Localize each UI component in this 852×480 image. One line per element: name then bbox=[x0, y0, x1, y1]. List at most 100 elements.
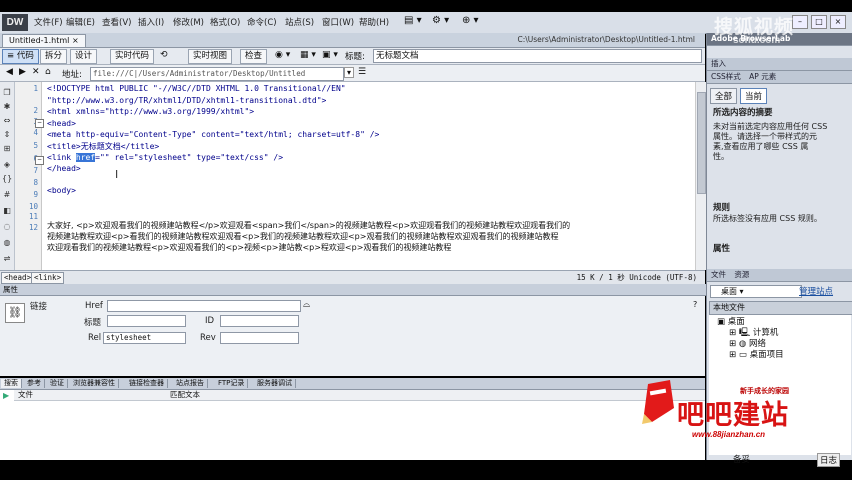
live-code-button[interactable]: 实时代码 bbox=[110, 49, 155, 64]
visual-aids-icon[interactable]: ▣ ▾ bbox=[322, 50, 338, 60]
menu-insert[interactable]: 插入(I) bbox=[138, 16, 164, 28]
tab-search[interactable]: 搜索 bbox=[1, 379, 22, 388]
open-documents-icon[interactable]: ❐ bbox=[2, 88, 12, 98]
scrollbar-thumb[interactable] bbox=[697, 92, 706, 194]
document-tab[interactable]: Untitled-1.html × bbox=[2, 34, 86, 47]
line-number: 5 bbox=[33, 141, 38, 150]
menu-file[interactable]: 文件(F) bbox=[34, 16, 63, 28]
local-files-label: 本地文件 bbox=[713, 303, 745, 312]
code-line: </head> bbox=[47, 164, 81, 173]
menu-site[interactable]: 站点(S) bbox=[285, 16, 314, 28]
layout-icon[interactable]: ▤ ▾ bbox=[404, 15, 422, 26]
href-input[interactable] bbox=[107, 300, 301, 312]
title-input[interactable]: 无标题文档 bbox=[373, 49, 702, 63]
rel-input[interactable]: stylesheet bbox=[103, 332, 186, 344]
properties-header[interactable]: 属性 bbox=[0, 284, 708, 296]
menu-edit[interactable]: 编辑(E) bbox=[66, 16, 95, 28]
document-tab-label: Untitled-1.html bbox=[9, 36, 70, 45]
link-icon: ⛓ bbox=[5, 303, 25, 323]
wrap-tag-icon[interactable]: ⇌ bbox=[2, 254, 12, 264]
fold-toggle-icon[interactable]: − bbox=[35, 156, 44, 165]
tab-assets[interactable]: 资源 bbox=[734, 270, 749, 279]
forward-icon[interactable]: ▶ bbox=[19, 67, 26, 77]
tag-selector-link[interactable]: <link> bbox=[31, 272, 65, 284]
code-line: <html xmlns="http://www.w3.org/1999/xhtm… bbox=[47, 107, 255, 116]
play-icon[interactable]: ▶ bbox=[3, 391, 9, 400]
live-view-button[interactable]: 实时视图 bbox=[188, 49, 233, 64]
site-icon[interactable]: ⊕ ▾ bbox=[462, 15, 479, 26]
css-mode-current[interactable]: 当前 bbox=[740, 88, 768, 104]
expand-all-icon[interactable]: ⊞ bbox=[2, 144, 12, 154]
link-tag-suffix: ="" rel="stylesheet" type="text/css" /> bbox=[95, 153, 284, 162]
menu-list-icon[interactable]: ☰ bbox=[358, 67, 366, 77]
tab-server-debug[interactable]: 服务器调试 bbox=[254, 379, 296, 388]
address-input[interactable]: file:///C|/Users/Administrator/Desktop/U… bbox=[90, 67, 344, 81]
close-icon[interactable]: × bbox=[830, 15, 846, 29]
body-text-line: 视频建站教程欢迎<p>看我们的视频建站教程欢迎观看<p>我们的视频建站教程欢迎<… bbox=[47, 232, 559, 241]
body-text-line: 大家好, <p>欢迎观看我们的视频建站教程</p>欢迎观看<span>我们</s… bbox=[47, 221, 571, 230]
options-icon[interactable]: ▦ ▾ bbox=[300, 50, 316, 60]
text-cursor-icon: I bbox=[115, 168, 119, 181]
help-icon[interactable]: ? bbox=[693, 300, 697, 309]
code-editor[interactable]: ❐ ✱ ⇔ ⇕ ⊞ ◈ {} # ◧ ◌ ◍ ⇌ 1 2 3 4 5 6 7 8… bbox=[0, 82, 706, 270]
balance-braces-icon[interactable]: {} bbox=[2, 174, 12, 184]
tab-files[interactable]: 文件 bbox=[711, 270, 726, 279]
menu-help[interactable]: 帮助(H) bbox=[359, 16, 389, 28]
design-view-button[interactable]: 设计 bbox=[70, 49, 98, 64]
id-input[interactable] bbox=[220, 315, 299, 327]
select-parent-tag-icon[interactable]: ◈ bbox=[2, 160, 12, 170]
props-title: 属性 bbox=[713, 244, 731, 254]
highlight-invalid-icon[interactable]: ◧ bbox=[2, 206, 12, 216]
title-field-input[interactable] bbox=[107, 315, 186, 327]
log-button[interactable]: 日志 bbox=[817, 453, 841, 467]
browse-folder-icon[interactable]: ⌓ bbox=[303, 300, 310, 310]
home-icon[interactable]: ⌂ bbox=[45, 67, 51, 77]
tree-item-desktop-items[interactable]: ⊞ ▭ 桌面项目 bbox=[729, 348, 784, 360]
rev-input[interactable] bbox=[220, 332, 299, 344]
tab-link-checker[interactable]: 链接检查器 bbox=[126, 379, 168, 388]
collapse-tag-icon[interactable]: ⇔ bbox=[2, 116, 12, 126]
tab-css-styles[interactable]: CSS样式 bbox=[711, 72, 741, 81]
insert-panel-tab[interactable]: 插入 bbox=[707, 58, 852, 71]
apply-comment-icon[interactable]: ◌ bbox=[2, 222, 12, 232]
menu-view[interactable]: 查看(V) bbox=[102, 16, 131, 28]
body-text-line: 欢迎观看我们的视频建站教程<p>欢迎观看我们的<p>视频<p>建站教<p>程欢迎… bbox=[47, 243, 452, 252]
menu-window[interactable]: 窗口(W) bbox=[322, 16, 354, 28]
manage-sites-link[interactable]: 管理站点 bbox=[799, 285, 833, 297]
preview-icon[interactable]: ◉ ▾ bbox=[275, 50, 290, 60]
tab-reference[interactable]: 参考 bbox=[24, 379, 45, 388]
inspect-button[interactable]: 检查 bbox=[240, 49, 268, 64]
tab-validation[interactable]: 验证 bbox=[47, 379, 68, 388]
code-line: <head> bbox=[47, 119, 76, 128]
line-number: 10 bbox=[28, 202, 38, 211]
code-line: "http://www.w3.org/TR/xhtml1/DTD/xhtml1-… bbox=[47, 96, 327, 105]
close-tab-icon[interactable]: × bbox=[72, 36, 79, 45]
back-icon[interactable]: ◀ bbox=[6, 67, 13, 77]
css-mode-all[interactable]: 全部 bbox=[710, 88, 738, 104]
line-numbers-icon[interactable]: # bbox=[2, 190, 12, 200]
gear-icon[interactable]: ⚙ ▾ bbox=[432, 15, 449, 26]
split-view-button[interactable]: 拆分 bbox=[40, 49, 68, 64]
properties-panel: ⛓ 链接 Href ⌓ 标题 ID Rel stylesheet Rev ? bbox=[0, 296, 705, 376]
menu-commands[interactable]: 命令(C) bbox=[247, 16, 277, 28]
menu-format[interactable]: 格式(O) bbox=[210, 16, 240, 28]
refresh-icon[interactable]: ⟲ bbox=[160, 50, 168, 60]
collapse-selection-icon[interactable]: ⇕ bbox=[2, 130, 12, 140]
tab-browser-compat[interactable]: 浏览器兼容性 bbox=[70, 379, 119, 388]
location-select[interactable]: 桌面 ▾ bbox=[710, 285, 802, 298]
tag-selector-head[interactable]: <head> bbox=[1, 272, 35, 284]
tab-ap-elements[interactable]: AP 元素 bbox=[749, 72, 776, 81]
minimize-icon[interactable]: – bbox=[792, 15, 808, 29]
stop-icon[interactable]: ✕ bbox=[32, 67, 40, 77]
show-code-navigator-icon[interactable]: ✱ bbox=[2, 102, 12, 112]
status-bar: <head> <link> 15 K / 1 秒 Unicode (UTF-8) bbox=[0, 270, 705, 284]
tab-ftp-log[interactable]: FTP记录 bbox=[215, 379, 249, 388]
menu-modify[interactable]: 修改(M) bbox=[173, 16, 204, 28]
address-dropdown-icon[interactable]: ▾ bbox=[344, 67, 355, 78]
maximize-icon[interactable]: □ bbox=[811, 15, 827, 29]
fold-toggle-icon[interactable]: − bbox=[35, 119, 44, 128]
code-view-button[interactable]: ≡ 代码 bbox=[2, 49, 39, 64]
tab-site-reports[interactable]: 站点报告 bbox=[173, 379, 208, 388]
code-scrollbar[interactable] bbox=[695, 82, 706, 270]
remove-comment-icon[interactable]: ◍ bbox=[2, 238, 12, 248]
